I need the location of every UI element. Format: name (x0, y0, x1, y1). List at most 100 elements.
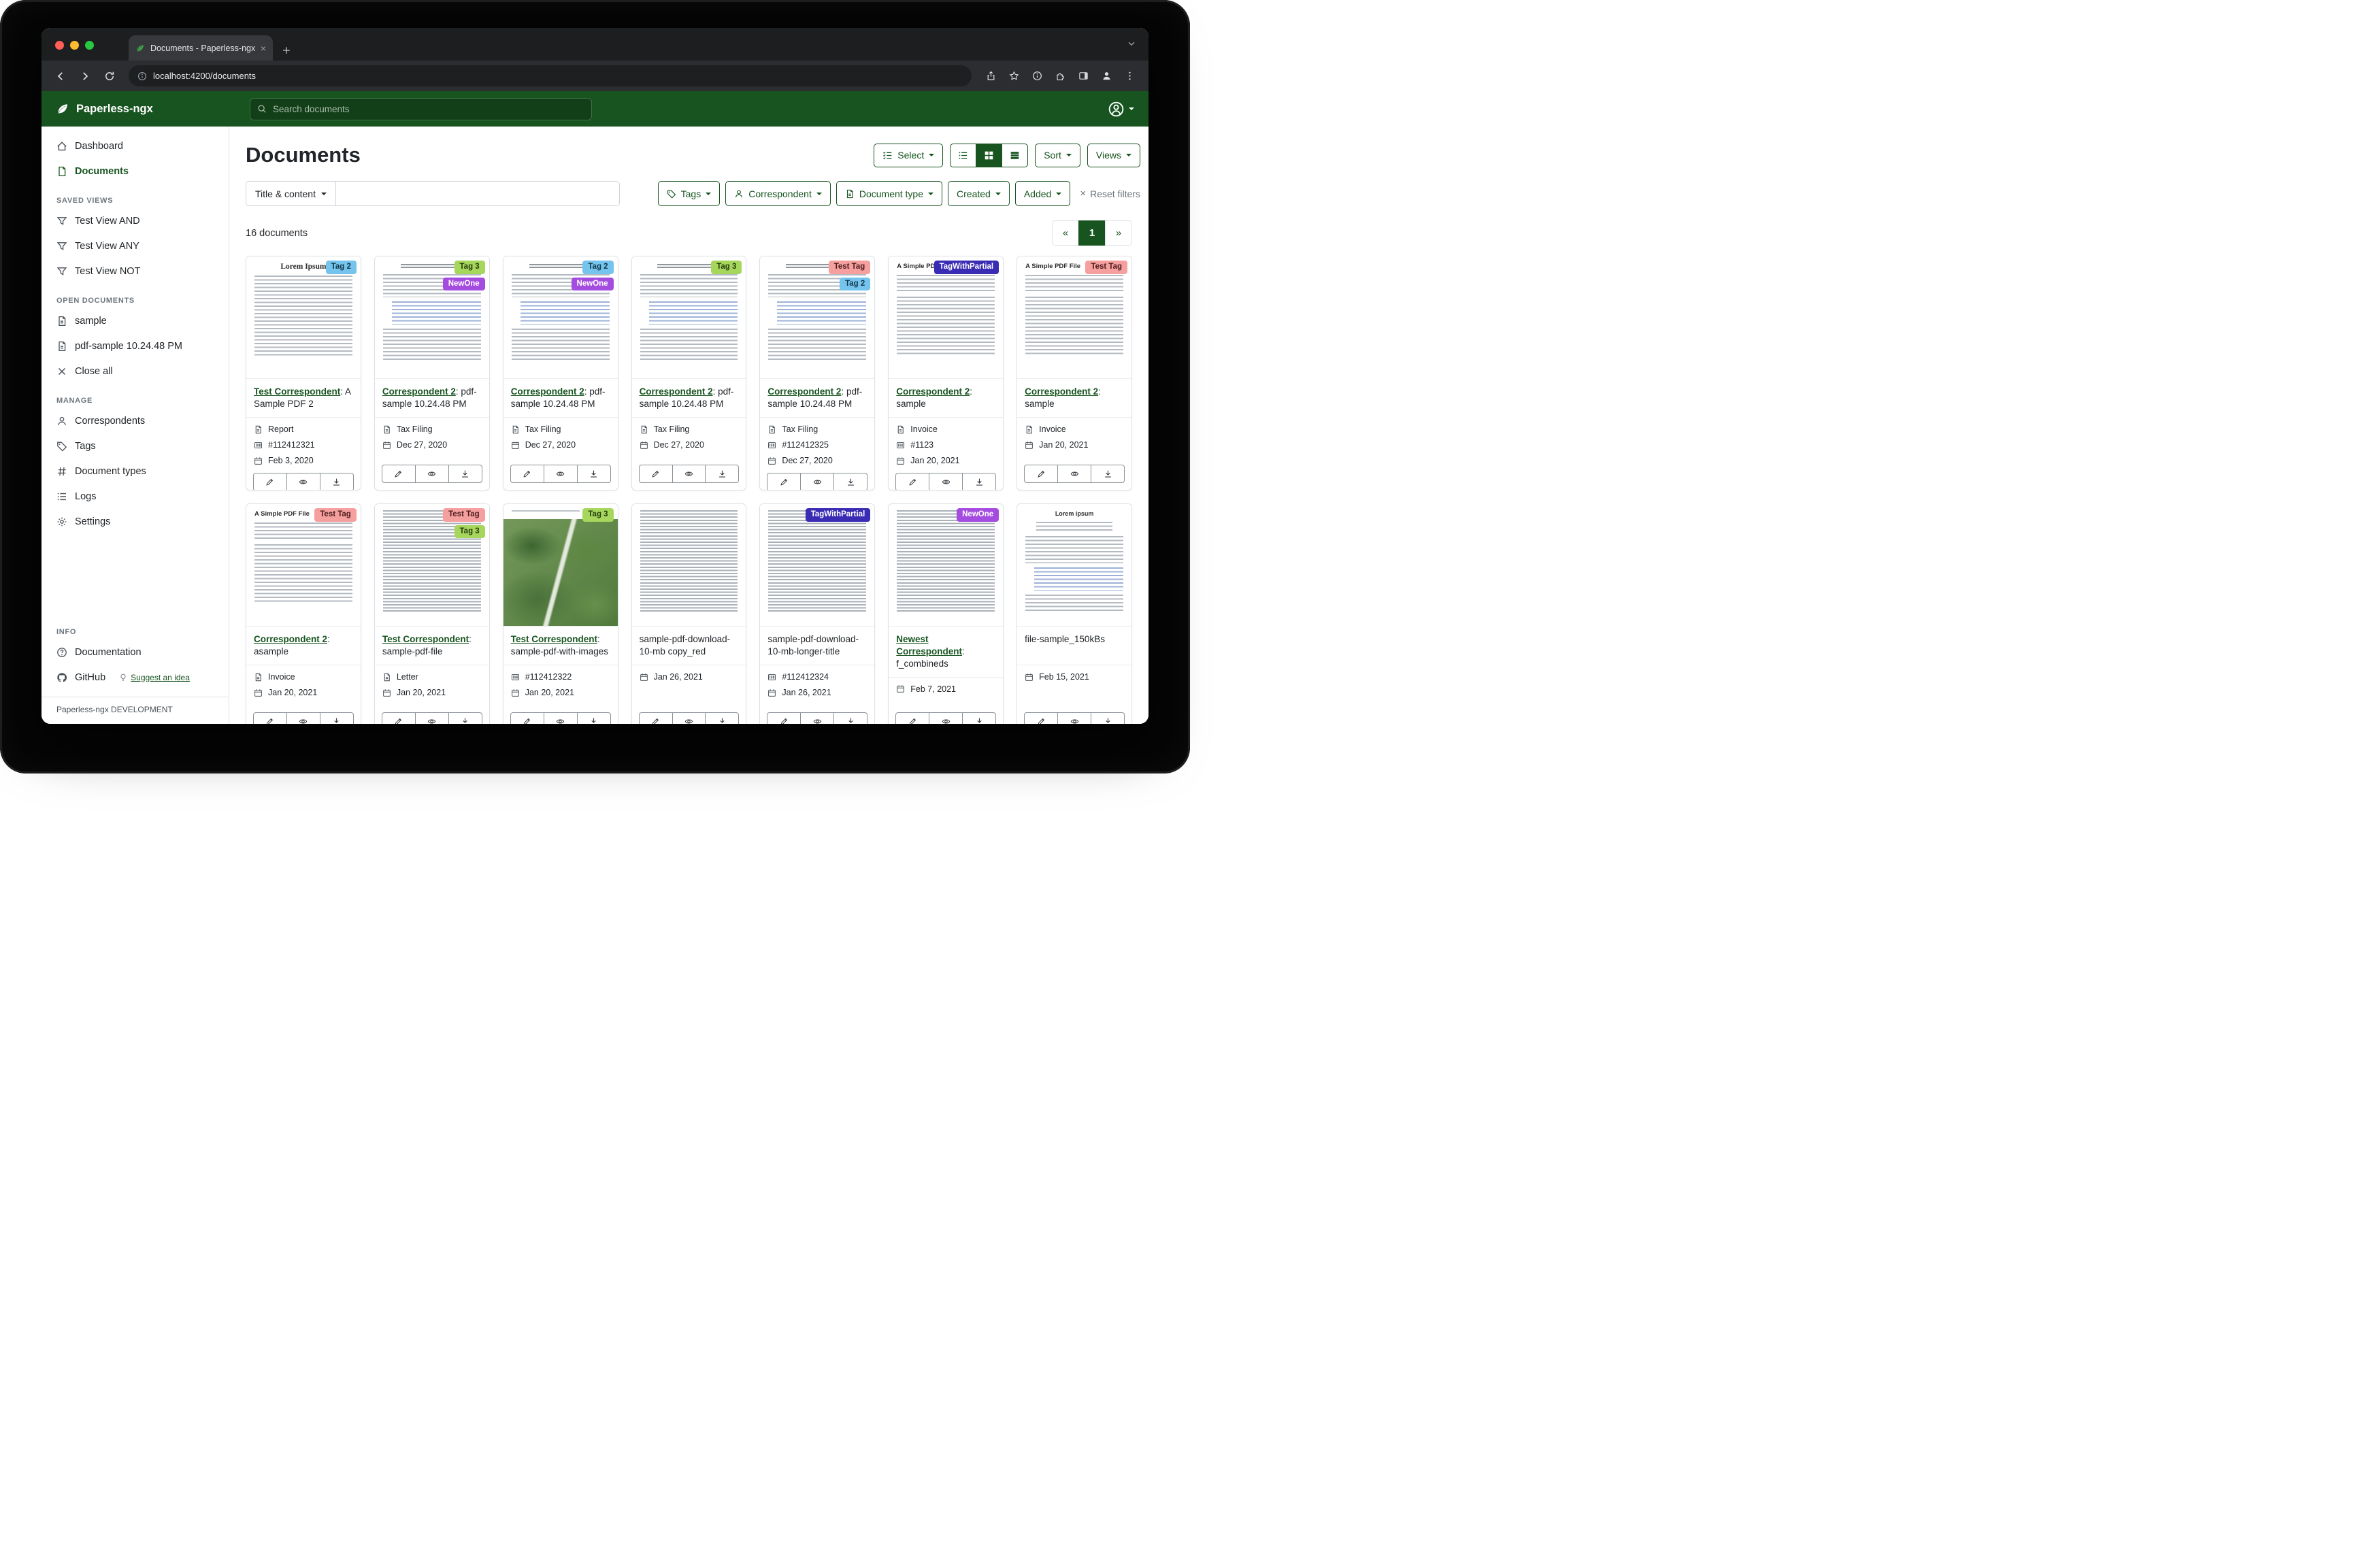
document-thumbnail[interactable]: A Simple PDF File Test Tag (1017, 256, 1131, 379)
download-button[interactable] (577, 465, 611, 483)
views-button[interactable]: Views (1087, 144, 1140, 167)
view-button[interactable] (929, 712, 963, 724)
tag-badge[interactable]: NewOne (957, 508, 999, 522)
edit-button[interactable] (382, 465, 416, 483)
correspondent-link[interactable]: Correspondent 2 (767, 386, 841, 397)
url-text[interactable]: localhost:4200/documents (153, 71, 256, 81)
current-page-button[interactable]: 1 (1078, 220, 1106, 246)
sort-button[interactable]: Sort (1035, 144, 1080, 167)
document-card[interactable]: Tag 3NewOne Correspondent 2: pdf-sample … (374, 256, 490, 490)
sidebar-item-sample[interactable]: sample (42, 308, 229, 333)
edit-button[interactable] (767, 712, 801, 724)
correspondent-link[interactable]: Newest Correspondent (896, 634, 962, 656)
sidebar-item-correspondents[interactable]: Correspondents (42, 408, 229, 433)
minimize-window-button[interactable] (70, 41, 79, 50)
correspondent-link[interactable]: Test Correspondent (254, 386, 340, 397)
view-button[interactable] (800, 712, 834, 724)
extensions-puzzle-icon[interactable] (1049, 65, 1071, 87)
document-title[interactable]: Correspondent 2: pdf-sample 10.24.48 PM (503, 379, 618, 418)
document-card[interactable]: A Simple PDF File Test Tag Correspondent… (1017, 256, 1132, 490)
suggest-idea-link[interactable]: Suggest an idea (119, 673, 190, 682)
browser-tab[interactable]: Documents - Paperless-ngx × (129, 35, 273, 61)
sidebar-item-documentation[interactable]: Documentation (42, 639, 229, 665)
sidebar-item-test-view-and[interactable]: Test View AND (42, 208, 229, 233)
view-button[interactable] (286, 712, 320, 724)
document-title[interactable]: Correspondent 2: pdf-sample 10.24.48 PM (632, 379, 746, 418)
view-button[interactable] (286, 473, 320, 490)
sidebar-item-pdf-sample-10-24-48-pm[interactable]: pdf-sample 10.24.48 PM (42, 333, 229, 359)
document-card[interactable]: Test TagTag 2 Correspondent 2: pdf-sampl… (759, 256, 875, 490)
view-button[interactable] (415, 712, 449, 724)
tag-badge[interactable]: Tag 2 (582, 261, 613, 274)
edit-button[interactable] (639, 465, 673, 483)
grid-view-button[interactable] (976, 144, 1002, 167)
back-button[interactable] (50, 65, 71, 87)
edit-button[interactable] (1024, 712, 1058, 724)
site-info-icon[interactable] (137, 71, 147, 81)
download-button[interactable] (705, 465, 739, 483)
document-thumbnail[interactable]: TagWithPartial (760, 504, 874, 627)
edit-button[interactable] (253, 473, 287, 490)
address-bar[interactable]: localhost:4200/documents (129, 65, 972, 86)
reset-filters-button[interactable]: × Reset filters (1080, 188, 1140, 199)
edit-button[interactable] (382, 712, 416, 724)
document-title[interactable]: Correspondent 2: sample (1017, 379, 1131, 418)
tag-badge[interactable]: Test Tag (314, 508, 357, 522)
view-button[interactable] (672, 465, 706, 483)
download-button[interactable] (448, 465, 482, 483)
download-button[interactable] (1091, 465, 1125, 483)
view-button[interactable] (415, 465, 449, 483)
side-panel-icon[interactable] (1072, 65, 1094, 87)
document-title[interactable]: Test Correspondent: sample-pdf-file (375, 627, 489, 665)
tag-badge[interactable]: Tag 3 (454, 261, 485, 274)
sidebar-item-settings[interactable]: Settings (42, 509, 229, 534)
correspondent-link[interactable]: Correspondent 2 (1025, 386, 1098, 397)
view-button[interactable] (672, 712, 706, 724)
tag-badge[interactable]: Tag 3 (711, 261, 742, 274)
forward-button[interactable] (74, 65, 96, 87)
document-title[interactable]: Correspondent 2: pdf-sample 10.24.48 PM (760, 379, 874, 418)
page-info-icon[interactable] (1026, 65, 1048, 87)
correspondent-link[interactable]: Test Correspondent (511, 634, 597, 644)
app-logo[interactable]: Paperless-ngx (56, 102, 153, 116)
edit-button[interactable] (895, 712, 929, 724)
tag-badge[interactable]: Tag 2 (840, 278, 870, 291)
sidebar-item-logs[interactable]: Logs (42, 484, 229, 509)
tag-badge[interactable]: NewOne (572, 278, 614, 291)
detail-view-button[interactable] (1002, 144, 1028, 167)
reload-button[interactable] (99, 65, 120, 87)
created-filter-button[interactable]: Created (948, 181, 1010, 206)
edit-button[interactable] (639, 712, 673, 724)
filter-field-selector[interactable]: Title & content (246, 182, 336, 205)
download-button[interactable] (448, 712, 482, 724)
correspondent-link[interactable]: Correspondent 2 (254, 634, 327, 644)
correspondent-filter-button[interactable]: Correspondent (725, 181, 831, 206)
next-page-button[interactable]: » (1105, 220, 1132, 246)
view-button[interactable] (544, 712, 578, 724)
document-card[interactable]: Lorem ipsum file-sample_150kBs Feb 15, 2… (1017, 503, 1132, 724)
table-view-button[interactable] (950, 144, 976, 167)
edit-button[interactable] (510, 465, 544, 483)
global-search[interactable] (250, 98, 592, 120)
sidebar-item-test-view-not[interactable]: Test View NOT (42, 259, 229, 284)
document-thumbnail[interactable]: Test TagTag 3 (375, 504, 489, 627)
download-button[interactable] (320, 712, 354, 724)
correspondent-link[interactable]: Correspondent 2 (511, 386, 584, 397)
tab-close-icon[interactable]: × (261, 44, 266, 53)
download-button[interactable] (962, 712, 996, 724)
document-thumbnail[interactable]: Lorem Ipsum Tag 2 (246, 256, 361, 379)
document-title[interactable]: Newest Correspondent: f_combineds (889, 627, 1003, 678)
new-tab-button[interactable] (282, 46, 291, 55)
filter-text-input[interactable] (336, 182, 619, 205)
view-button[interactable] (544, 465, 578, 483)
sidebar-item-documents[interactable]: Documents (42, 159, 229, 184)
correspondent-link[interactable]: Correspondent 2 (382, 386, 456, 397)
tag-badge[interactable]: Test Tag (443, 508, 485, 522)
download-button[interactable] (833, 712, 867, 724)
tag-badge[interactable]: TagWithPartial (934, 261, 999, 274)
search-input[interactable] (273, 104, 584, 114)
sidebar-item-close-all[interactable]: Close all (42, 359, 229, 384)
correspondent-link[interactable]: Correspondent 2 (896, 386, 970, 397)
document-card[interactable]: Tag 2 NewOne Correspondent 2: pdf-sample … (503, 256, 618, 490)
document-title[interactable]: sample-pdf-download-10-mb copy_red (632, 627, 746, 665)
